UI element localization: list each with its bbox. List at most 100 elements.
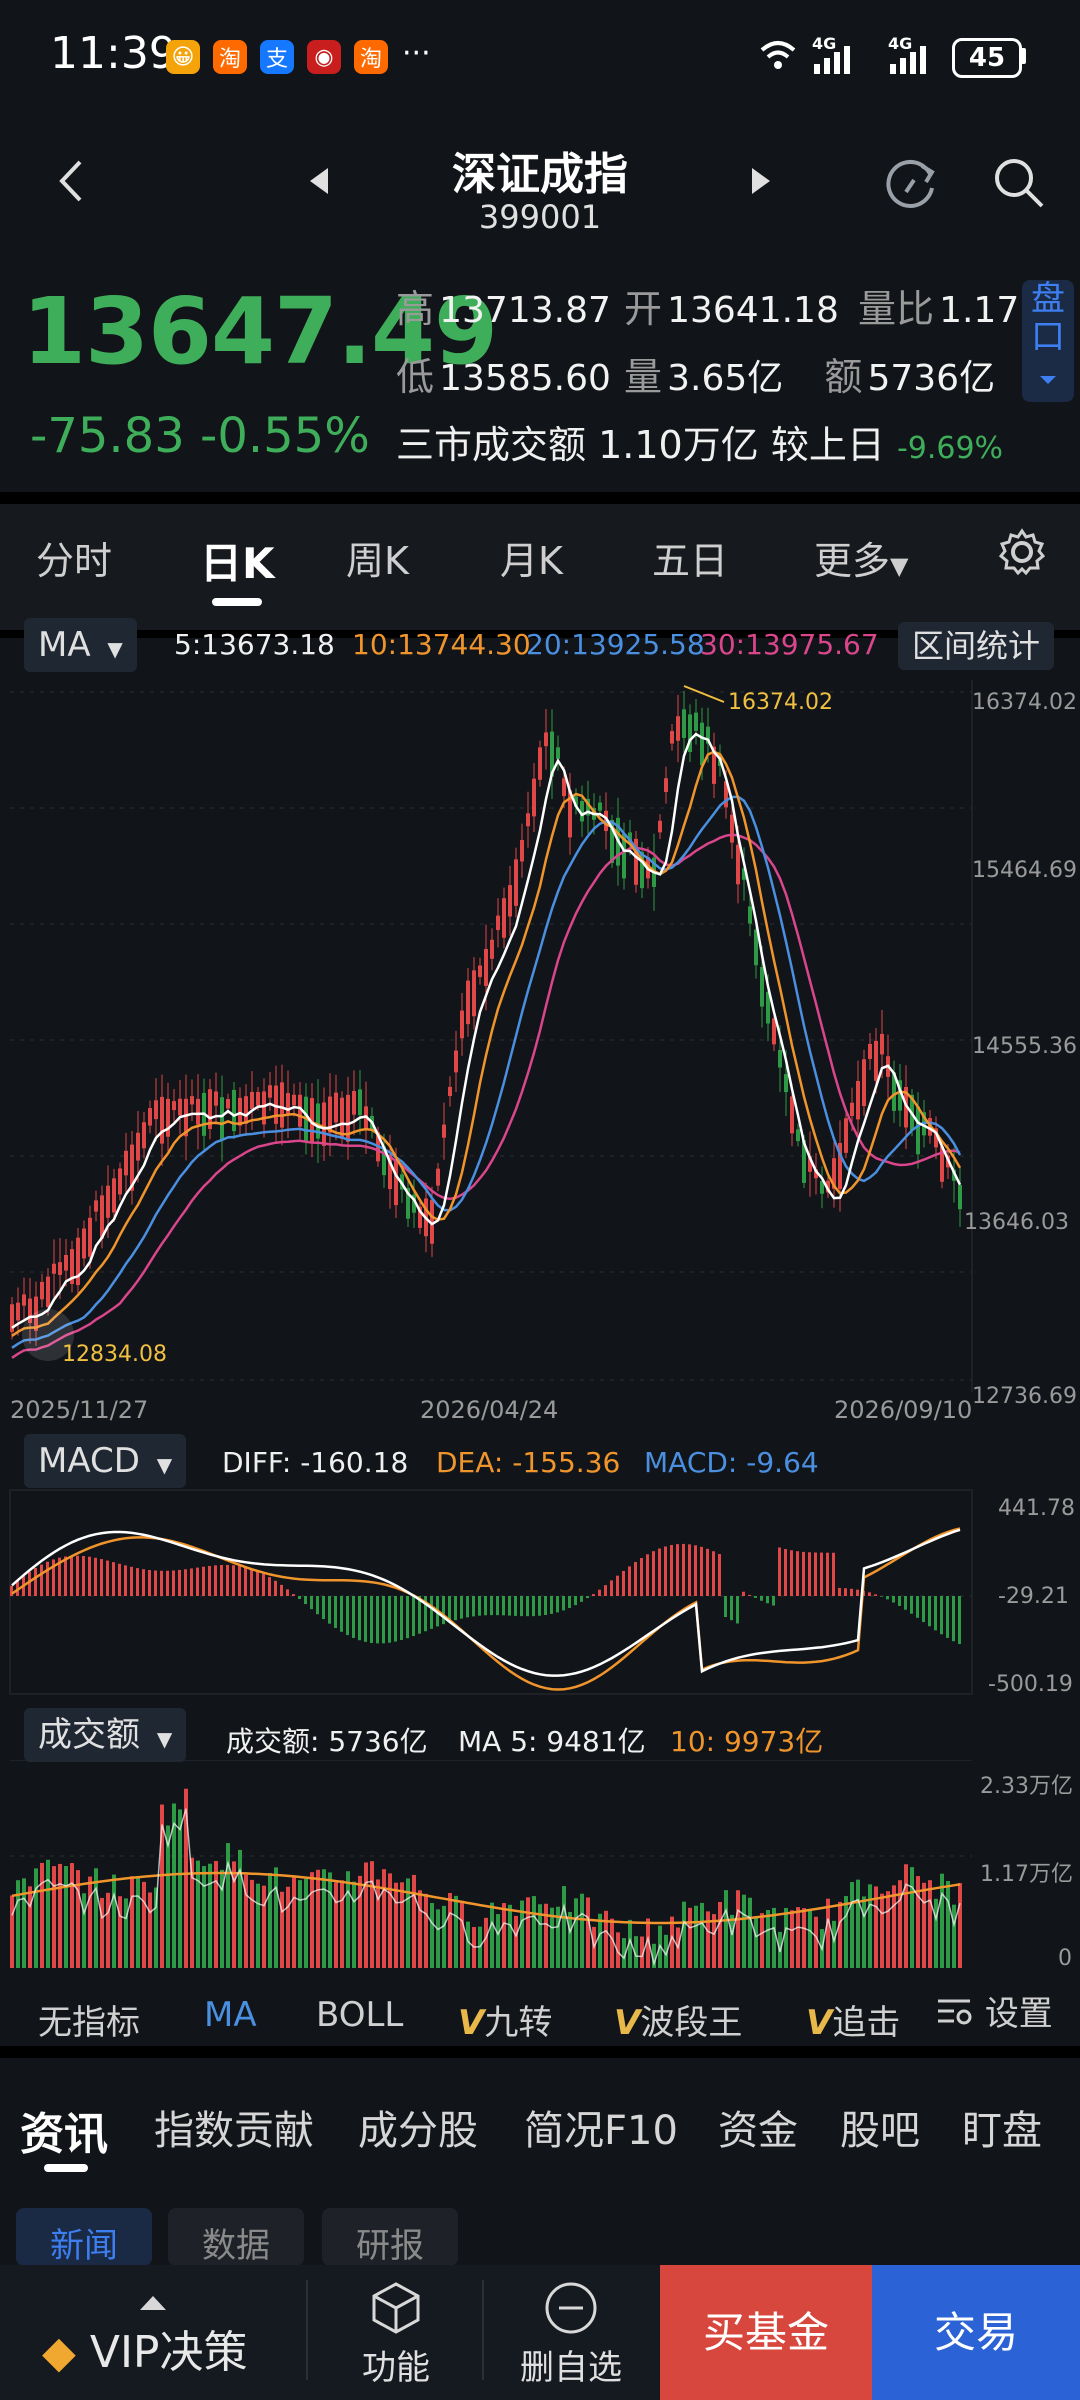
- candle-body: [682, 709, 686, 738]
- macd-chart[interactable]: [0, 1486, 1080, 1698]
- low-label: 低: [396, 355, 435, 399]
- volume-bar: [682, 1901, 686, 1968]
- candle-body: [760, 966, 764, 1007]
- macd-bar: [622, 1570, 625, 1596]
- range-stats-button[interactable]: 区间统计: [898, 622, 1055, 670]
- alipay-icon: 支: [260, 40, 294, 74]
- macd-bar: [700, 1546, 703, 1596]
- candle-body: [700, 722, 704, 766]
- trade-button[interactable]: 交易: [872, 2265, 1080, 2400]
- next-index-icon[interactable]: [748, 166, 772, 196]
- stat-row-2: 低 13585.60 量 3.65亿 额 5736亿: [396, 346, 995, 401]
- tab-index-contribution[interactable]: 指数贡献: [154, 2098, 314, 2156]
- kline-chart[interactable]: [0, 680, 1080, 1400]
- candle-body: [136, 1132, 140, 1161]
- macd-bar: [202, 1566, 205, 1596]
- candle-body: [874, 1040, 878, 1081]
- tab-weekly-k[interactable]: 周K: [346, 530, 409, 585]
- macd-selector[interactable]: MACD ▼: [24, 1434, 187, 1488]
- volume-ratio-value: 1.17: [939, 290, 1020, 331]
- indicator-jiuzhuan[interactable]: V九转: [458, 1995, 552, 2044]
- tab-five-day[interactable]: 五日: [652, 530, 728, 585]
- volume-bar: [700, 1902, 704, 1968]
- section-divider: [0, 2046, 1080, 2058]
- refresh-icon[interactable]: [884, 156, 940, 212]
- volume-bar: [34, 1868, 38, 1968]
- search-icon[interactable]: [992, 156, 1048, 212]
- macd-bar: [754, 1596, 757, 1598]
- ma20-line: [11, 795, 962, 1349]
- volume-bar: [514, 1915, 518, 1968]
- market-turnover-value: 1.10万亿: [598, 423, 759, 467]
- subtab-news[interactable]: 新闻: [16, 2208, 152, 2266]
- tab-intraday[interactable]: 分时: [36, 530, 112, 585]
- taobao-icon: 淘: [213, 40, 247, 74]
- vip-decision-button[interactable]: ◆ VIP决策: [42, 2316, 247, 2380]
- subtab-data[interactable]: 数据: [168, 2208, 304, 2266]
- volume-bar: [730, 1914, 734, 1968]
- settings-gear-icon[interactable]: [998, 528, 1046, 576]
- indicator-boduanwang[interactable]: V波段王: [614, 1995, 742, 2044]
- macd-bar: [652, 1551, 655, 1596]
- indicator-ma[interactable]: MA: [204, 1995, 257, 2035]
- expand-up-icon[interactable]: [138, 2294, 168, 2312]
- volume-bar: [310, 1872, 314, 1968]
- volume-bar: [490, 1902, 494, 1968]
- kline-max-label: 16374.02: [728, 690, 833, 715]
- volume-bar: [358, 1875, 362, 1968]
- indicator-zhuiji[interactable]: V追击: [806, 1995, 900, 2044]
- tab-overview-f10[interactable]: 简况F10: [524, 2098, 678, 2156]
- tab-news-info[interactable]: 资讯: [20, 2098, 108, 2162]
- kline-y-tick: 14555.36: [972, 1034, 1077, 1059]
- candle-body: [784, 1074, 788, 1093]
- tab-daily-k[interactable]: 日K: [200, 530, 275, 591]
- volume-bar: [586, 1897, 590, 1968]
- ma-selector[interactable]: MA ▼: [24, 618, 137, 672]
- volume-bar: [808, 1910, 812, 1968]
- remove-watchlist-button[interactable]: 删自选: [512, 2280, 630, 2389]
- indicator-settings[interactable]: 设置: [934, 1986, 1080, 2042]
- volume-bar: [46, 1859, 50, 1968]
- tab-constituents[interactable]: 成分股: [358, 2098, 478, 2156]
- pankou-button[interactable]: 盘 口: [1022, 280, 1074, 402]
- candle-body: [472, 970, 476, 1017]
- status-bar: 11:39 😀 淘支 ◉ 淘 ··· 4G 4G 45: [0, 0, 1080, 110]
- candle-body: [124, 1150, 128, 1176]
- macd-bar: [526, 1596, 529, 1617]
- candle-body: [790, 1096, 794, 1134]
- tab-monthly-k[interactable]: 月K: [500, 530, 563, 585]
- macd-bar: [832, 1552, 835, 1596]
- volume-bar: [142, 1881, 146, 1968]
- indicator-none[interactable]: 无指标: [38, 1995, 140, 2044]
- volume-chart[interactable]: [0, 1760, 1080, 1972]
- macd-bar: [454, 1596, 457, 1621]
- macd-bar: [694, 1545, 697, 1596]
- macd-bar: [40, 1564, 43, 1596]
- tab-forum[interactable]: 股吧: [840, 2098, 920, 2156]
- function-button[interactable]: 功能: [346, 2280, 446, 2389]
- macd-bar: [844, 1588, 847, 1596]
- tab-funds[interactable]: 资金: [718, 2098, 798, 2156]
- indicator-boll[interactable]: BOLL: [316, 1995, 403, 2035]
- buy-fund-button[interactable]: 买基金: [660, 2265, 872, 2400]
- macd-bar: [316, 1596, 319, 1615]
- macd-bar: [382, 1596, 385, 1644]
- volume-bar: [832, 1920, 836, 1968]
- volume-bar: [706, 1911, 710, 1968]
- macd-bar: [166, 1570, 169, 1596]
- tab-more[interactable]: 更多▼: [814, 530, 908, 585]
- ma5-line: [11, 732, 962, 1329]
- volume-bar: [274, 1867, 278, 1968]
- macd-bar: [646, 1554, 649, 1596]
- macd-bar: [946, 1596, 949, 1638]
- volume-selector[interactable]: 成交额 ▼: [24, 1708, 187, 1762]
- macd-bar: [124, 1565, 127, 1596]
- candle-body: [532, 778, 536, 817]
- candle-body: [562, 778, 566, 797]
- macd-bar: [958, 1596, 961, 1645]
- macd-bar: [262, 1573, 265, 1596]
- subtab-research[interactable]: 研报: [322, 2208, 458, 2266]
- battery-tip: [1021, 48, 1026, 64]
- tab-watch[interactable]: 盯盘: [962, 2098, 1042, 2156]
- v-badge-icon: V: [806, 2003, 833, 2043]
